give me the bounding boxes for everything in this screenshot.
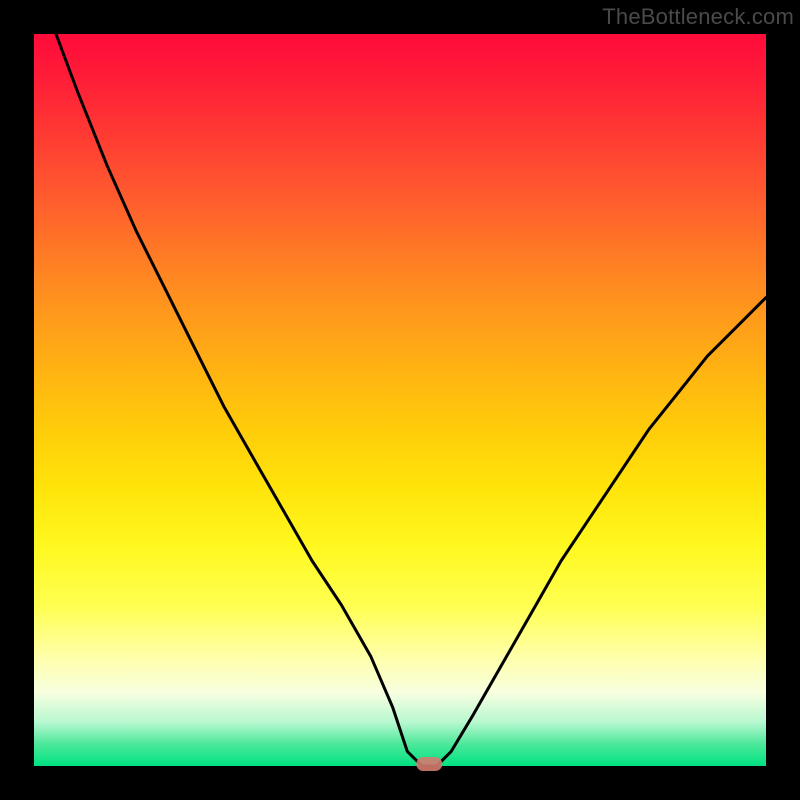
- bottleneck-curve: [56, 34, 766, 766]
- plot-area: [34, 34, 766, 766]
- valley-marker: [416, 757, 442, 771]
- watermark-text: TheBottleneck.com: [602, 4, 794, 30]
- chart-frame: TheBottleneck.com: [0, 0, 800, 800]
- bottleneck-curve-svg: [34, 34, 766, 766]
